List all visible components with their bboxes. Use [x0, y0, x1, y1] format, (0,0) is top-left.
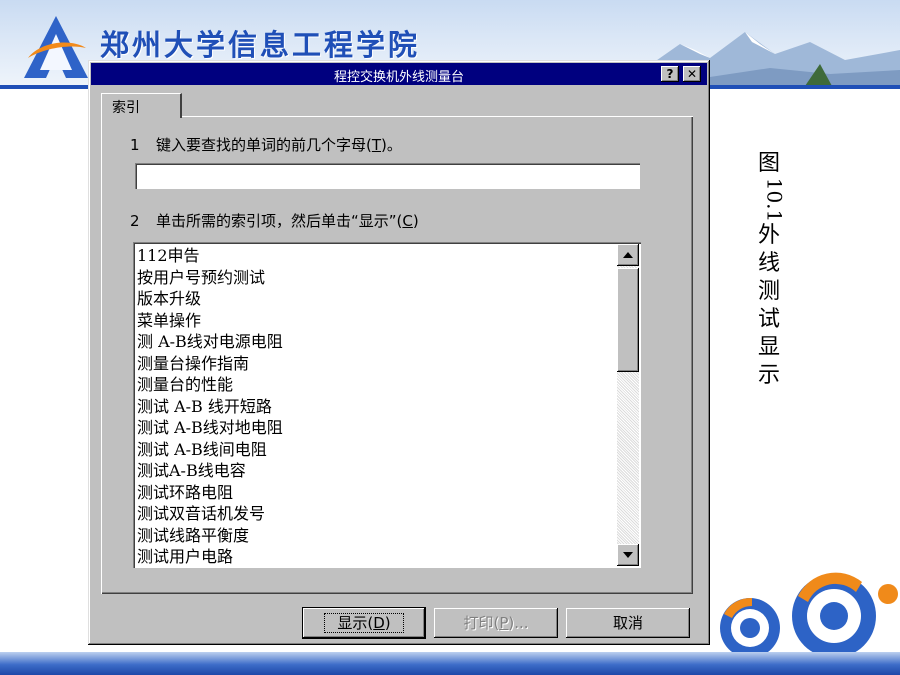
- list-item[interactable]: 测试 A-B线间电阻: [137, 439, 613, 461]
- caption-char: 示: [757, 363, 780, 388]
- close-button[interactable]: ✕: [683, 66, 701, 82]
- list-item[interactable]: 测试 A-B线对地电阻: [137, 417, 613, 439]
- caption-char: 外: [757, 223, 780, 248]
- list-item[interactable]: 测试双音话机发号: [137, 503, 613, 525]
- print-tail: )...: [508, 614, 529, 632]
- list-item[interactable]: 版本升级: [137, 288, 613, 310]
- step2-instruction: 2 单击所需的索引项，然后单击“显示”(C): [130, 210, 419, 231]
- show-tail: ): [384, 614, 391, 632]
- show-hotkey: D: [373, 614, 385, 632]
- arrow-down-icon: [623, 552, 633, 558]
- step1-text: 键入要查找的单词的前几个字母(: [156, 136, 372, 154]
- caption-char: 试: [757, 307, 780, 332]
- step1-number: 1: [130, 136, 140, 154]
- scroll-up-button[interactable]: [617, 244, 639, 266]
- caption-char: 测: [757, 279, 780, 304]
- scroll-down-button[interactable]: [617, 544, 639, 566]
- search-input[interactable]: [135, 163, 640, 189]
- index-listbox[interactable]: 112申告 按用户号预约测试 版本升级 菜单操作 测 A-B线对电源电阻 测量台…: [133, 242, 641, 568]
- tab-index[interactable]: 索引: [101, 93, 182, 118]
- show-text: 显示(: [337, 614, 374, 632]
- list-item[interactable]: 测试线路平衡度: [137, 525, 613, 547]
- dialog-titlebar[interactable]: 程控交换机外线测量台 ? ✕: [91, 63, 707, 85]
- list-item[interactable]: 按用户号预约测试: [137, 267, 613, 289]
- list-item[interactable]: 测试用户电路: [137, 546, 613, 568]
- step1-text-end: )。: [381, 136, 402, 154]
- index-list-items: 112申告 按用户号预约测试 版本升级 菜单操作 测 A-B线对电源电阻 测量台…: [137, 245, 613, 568]
- scroll-thumb[interactable]: [617, 268, 639, 372]
- arrow-up-icon: [623, 252, 633, 258]
- list-item[interactable]: 菜单操作: [137, 310, 613, 332]
- list-item[interactable]: 测试 A-B 线开短路: [137, 396, 613, 418]
- school-name: 郑州大学信息工程学院: [100, 28, 421, 62]
- print-button[interactable]: 打印(P)...: [434, 608, 558, 638]
- list-item[interactable]: 测 A-B线对电源电阻: [137, 331, 613, 353]
- print-text: 打印(: [463, 614, 500, 632]
- list-item[interactable]: 112申告: [137, 245, 613, 267]
- tab-index-label: 索引: [112, 100, 140, 116]
- gears-decoration-icon: [720, 572, 898, 658]
- help-button[interactable]: ?: [661, 66, 679, 82]
- step2-text: 单击所需的索引项，然后单击“显示”(: [156, 212, 403, 230]
- step1-hotkey: T: [371, 136, 382, 154]
- step2-text-end: ): [412, 212, 419, 230]
- caption-prefix: 图: [757, 151, 780, 176]
- caption-number: 10.1: [762, 177, 787, 223]
- caption-char: 显: [757, 335, 780, 360]
- footer-band: [0, 652, 900, 675]
- vertical-scrollbar[interactable]: [617, 244, 639, 566]
- list-item[interactable]: 测试A-B线电容: [137, 460, 613, 482]
- caption-char: 线: [757, 251, 780, 276]
- list-item[interactable]: 测试环路电阻: [137, 482, 613, 504]
- step2-number: 2: [130, 212, 140, 230]
- figure-caption: 图 10.1 外 线 测 试 显 示: [752, 150, 786, 390]
- list-item[interactable]: 测量台操作指南: [137, 353, 613, 375]
- list-item[interactable]: 测量台的性能: [137, 374, 613, 396]
- step2-hotkey: C: [402, 212, 413, 230]
- cancel-button[interactable]: 取消: [566, 608, 690, 638]
- dialog-title: 程控交换机外线测量台: [333, 70, 464, 85]
- university-logo-icon: [24, 16, 88, 78]
- show-button-label: 显示(D): [324, 613, 404, 633]
- step1-instruction: 1 键入要查找的单词的前几个字母(T)。: [130, 134, 402, 155]
- show-button[interactable]: 显示(D): [303, 608, 425, 638]
